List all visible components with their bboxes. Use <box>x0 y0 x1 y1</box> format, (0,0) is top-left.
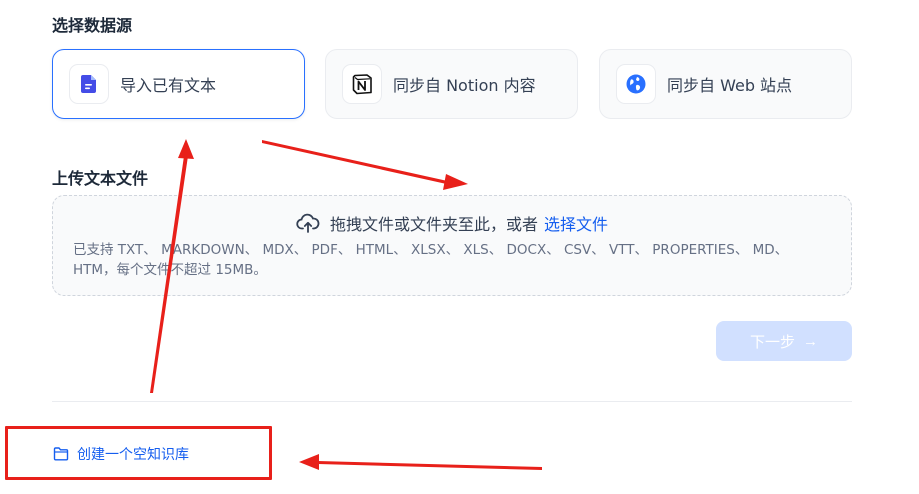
file-drop-zone[interactable]: 拖拽文件或文件夹至此，或者 选择文件 已支持 TXT、 MARKDOWN、 MD… <box>52 195 852 296</box>
drop-text: 拖拽文件或文件夹至此，或者 <box>329 215 538 234</box>
source-card-label: 导入已有文本 <box>120 76 217 95</box>
source-card-web-site[interactable]: 同步自 Web 站点 <box>599 49 852 119</box>
notion-icon <box>352 74 372 95</box>
select-file-link[interactable]: 选择文件 <box>544 211 608 235</box>
document-icon-box <box>69 64 109 104</box>
source-card-label: 同步自 Notion 内容 <box>393 76 536 95</box>
globe-icon <box>626 74 646 94</box>
create-empty-label: 创建一个空知识库 <box>77 447 189 463</box>
source-card-notion[interactable]: 同步自 Notion 内容 <box>325 49 578 119</box>
globe-icon-box <box>616 64 656 104</box>
annotation-arrow-left <box>299 454 542 470</box>
drop-instructions: 拖拽文件或文件夹至此，或者 选择文件 <box>53 211 851 235</box>
section-divider <box>52 401 852 402</box>
arrow-right-icon: → <box>803 332 818 350</box>
source-card-label: 同步自 Web 站点 <box>667 76 793 95</box>
notion-icon-box <box>342 64 382 104</box>
document-icon <box>81 75 96 93</box>
create-empty-knowledge-link[interactable]: 创建一个空知识库 <box>53 444 189 464</box>
next-step-button[interactable]: 下一步 → <box>716 321 852 361</box>
cloud-upload-icon <box>296 213 320 233</box>
create-knowledge-page: 选择数据源 导入已有文本 同步自 Notion 内容 同步自 Web 站点 上传… <box>0 0 919 494</box>
supported-formats-hint: 已支持 TXT、 MARKDOWN、 MDX、 PDF、 HTML、 XLSX、… <box>73 242 789 278</box>
data-source-heading: 选择数据源 <box>52 16 133 35</box>
next-step-label: 下一步 <box>749 333 795 351</box>
upload-heading: 上传文本文件 <box>52 169 149 188</box>
folder-icon <box>53 447 69 461</box>
annotation-arrow-right <box>262 140 468 190</box>
source-card-import-text[interactable]: 导入已有文本 <box>52 49 305 119</box>
